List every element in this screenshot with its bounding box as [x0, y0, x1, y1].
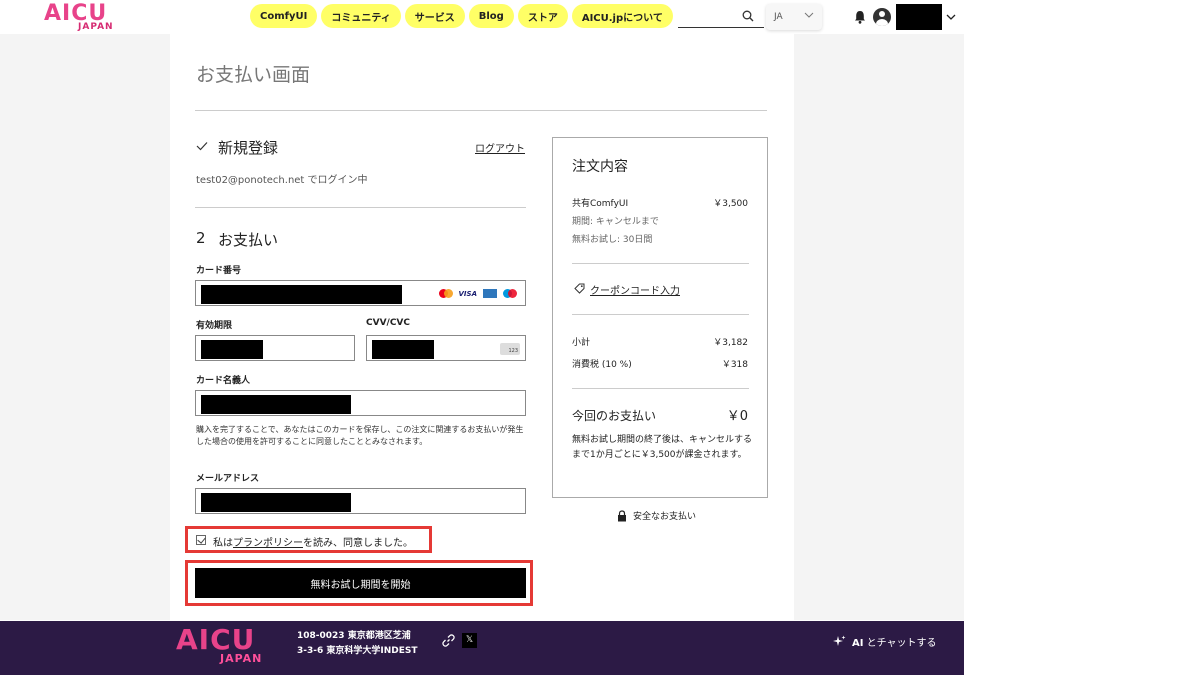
site-footer: AICU JAPAN 108-0023 東京都港区芝浦 3-3-6 東京科学大学…	[0, 621, 964, 675]
subtotal-value: ￥3,182	[713, 338, 748, 348]
cardholder-label: カード名義人	[196, 376, 251, 386]
tax-label: 消費税 (10 %)	[572, 360, 632, 370]
total-value: ￥0	[726, 409, 748, 424]
step-number: 2	[196, 229, 206, 247]
search-input[interactable]	[678, 6, 764, 28]
coupon-link[interactable]: クーポンコード入力	[590, 282, 680, 297]
total-label: 今回のお支払い	[572, 409, 657, 423]
subtotal-label: 小計	[572, 338, 591, 348]
order-summary: 注文内容 共有ComfyUI ￥3,500 期間: キャンセルまで 無料お試し:…	[552, 137, 768, 498]
footer-logo-subtitle: JAPAN	[220, 652, 263, 665]
logout-link[interactable]: ログアウト	[475, 140, 525, 155]
redacted-value	[201, 285, 402, 304]
user-name-redacted[interactable]	[896, 4, 942, 30]
card-number-label: カード番号	[196, 266, 242, 276]
avatar[interactable]	[873, 8, 891, 26]
tag-icon	[574, 283, 585, 294]
card-consent-note: 購入を完了することで、あなたはこのカードを保存し、この注文に関連するお支払いが発…	[196, 425, 524, 446]
agreement-highlight: 私はプランポリシーを読み、同意しました。	[185, 526, 432, 553]
mastercard-icon	[438, 289, 453, 298]
nav-services[interactable]: サービス	[404, 4, 465, 28]
ai-chat-label: とチャットする	[866, 638, 937, 649]
language-label: JA	[774, 12, 783, 22]
agree-suffix: を読み、同意しました。	[303, 538, 413, 549]
step-payment-title: お支払い	[218, 231, 279, 249]
address-line-2: 3-3-6 東京科学大学INDEST	[297, 646, 418, 656]
page-background-right	[794, 0, 964, 620]
cardholder-field[interactable]	[195, 390, 526, 416]
card-brand-logos: VISA	[438, 289, 517, 298]
lock-icon	[618, 509, 626, 521]
step-signup-title: 新規登録	[218, 139, 279, 157]
agree-checkbox[interactable]	[196, 535, 206, 545]
tax-value: ￥318	[721, 360, 748, 370]
item-name: 共有ComfyUI	[572, 199, 629, 209]
main-nav: ComfyUI コミュニティ サービス Blog ストア AICU.jpについて	[250, 4, 673, 28]
nav-store[interactable]: ストア	[517, 4, 568, 28]
email-label: メールアドレス	[196, 474, 260, 484]
expiry-label: 有効期限	[196, 321, 233, 331]
footer-logo[interactable]: AICU JAPAN	[176, 625, 288, 669]
nav-about[interactable]: AICU.jpについて	[571, 4, 673, 28]
plan-policy-link[interactable]: プランポリシー	[233, 538, 303, 549]
site-header: AICU JAPAN ComfyUI コミュニティ サービス Blog ストア …	[0, 0, 964, 34]
redacted-value	[201, 493, 351, 512]
divider	[572, 388, 749, 389]
item-trial: 無料お試し: 30日間	[572, 235, 653, 245]
agree-prefix: 私は	[213, 538, 233, 549]
page-title: お支払い画面	[196, 64, 311, 86]
nav-comfyui[interactable]: ComfyUI	[250, 4, 318, 28]
x-social-icon[interactable]: 𝕏	[462, 633, 477, 648]
cvv-field[interactable]: 123	[366, 335, 526, 361]
ai-chat-button[interactable]: AI とチャットする	[833, 634, 937, 649]
check-icon	[196, 142, 208, 151]
footer-logo-wordmark: AICU	[176, 623, 256, 656]
nav-blog[interactable]: Blog	[468, 4, 514, 28]
divider	[195, 207, 526, 208]
agree-label: 私はプランポリシーを読み、同意しました。	[213, 534, 413, 549]
item-price: ￥3,500	[713, 199, 748, 209]
redacted-value	[372, 340, 434, 359]
billing-note: 無料お試し期間の終了後は、キャンセルするまで1か月ごとに￥3,500が課金されま…	[572, 435, 753, 460]
maestro-icon	[503, 289, 517, 298]
cvv-label: CVV/CVC	[366, 318, 410, 328]
secure-payment-label: 安全なお支払い	[633, 512, 697, 522]
sparkle-icon	[833, 635, 846, 646]
item-period: 期間: キャンセルまで	[572, 217, 659, 227]
amex-icon	[483, 289, 497, 298]
divider	[572, 314, 749, 315]
language-select[interactable]: JA	[766, 4, 822, 30]
search-icon[interactable]	[742, 10, 754, 22]
redacted-value	[201, 340, 263, 359]
cvv-card-icon: 123	[500, 343, 520, 355]
bell-icon[interactable]	[854, 10, 866, 24]
divider	[195, 110, 767, 111]
visa-icon: VISA	[458, 289, 477, 298]
card-number-field[interactable]: VISA	[195, 280, 526, 306]
chevron-down-icon[interactable]	[946, 12, 956, 22]
viewport-margin	[964, 0, 1200, 675]
start-button-highlight: 無料お試し期間を開始	[185, 560, 533, 606]
address-line-1: 108-0023 東京都港区芝浦	[297, 631, 411, 641]
nav-community[interactable]: コミュニティ	[321, 4, 401, 28]
start-trial-button[interactable]: 無料お試し期間を開始	[195, 568, 526, 598]
expiry-field[interactable]	[195, 335, 355, 361]
summary-title: 注文内容	[572, 159, 628, 175]
page-background-left	[0, 0, 170, 620]
email-field[interactable]	[195, 488, 526, 514]
site-logo[interactable]: AICU JAPAN	[44, 2, 136, 34]
ai-chat-label-bold: AI	[852, 638, 864, 649]
redacted-value	[201, 395, 351, 414]
chevron-down-icon	[804, 12, 814, 18]
login-status: test02@ponotech.net でログイン中	[196, 175, 368, 186]
link-icon[interactable]	[442, 634, 455, 647]
divider	[572, 263, 749, 264]
logo-subtitle: JAPAN	[78, 22, 114, 32]
secure-payment: 安全なお支払い	[617, 509, 696, 522]
